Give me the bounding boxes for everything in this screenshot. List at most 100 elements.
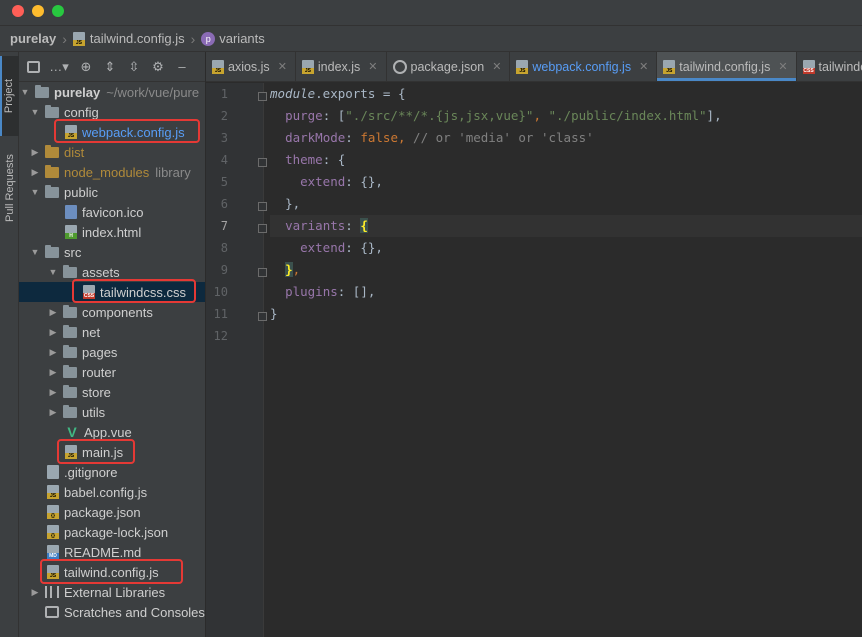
line-number: 10 (213, 285, 228, 299)
chevron-right-icon[interactable]: ▶ (47, 307, 59, 318)
tool-window-pull-requests[interactable]: Pull Requests (0, 138, 19, 238)
chevron-right-icon[interactable]: ▶ (29, 587, 41, 598)
chevron-right-icon[interactable]: ▶ (29, 167, 41, 178)
tab-tailwind-config[interactable]: JS tailwind.config.js ✕ (657, 52, 797, 81)
fold-marker-icon[interactable] (258, 312, 267, 321)
tree-item-root[interactable]: ▼ purelay ~/work/vue/pure (19, 82, 205, 102)
close-window-button[interactable] (12, 5, 24, 17)
zoom-window-button[interactable] (52, 5, 64, 17)
tree-item-assets[interactable]: ▼ assets (19, 262, 205, 282)
tree-item-favicon[interactable]: favicon.ico (19, 202, 205, 222)
property-icon: p (201, 31, 216, 46)
close-icon[interactable]: ✕ (368, 60, 377, 73)
tree-item-index-html[interactable]: H index.html (19, 222, 205, 242)
folder-icon (63, 344, 77, 358)
fold-marker-icon[interactable] (258, 202, 267, 211)
tree-item-utils[interactable]: ▶ utils (19, 402, 205, 422)
tree-item-router[interactable]: ▶ router (19, 362, 205, 382)
chevron-down-icon[interactable]: ▼ (29, 247, 41, 257)
tree-item-label: node_modules (64, 164, 150, 180)
minimize-window-button[interactable] (32, 5, 44, 17)
chevron-right-icon[interactable]: ▶ (47, 407, 59, 418)
chevron-down-icon[interactable]: ▼ (47, 267, 59, 277)
tree-item-store[interactable]: ▶ store (19, 382, 205, 402)
tree-item-external-libraries[interactable]: ▶ External Libraries (19, 582, 205, 602)
tree-item-babel-config[interactable]: JS babel.config.js (19, 482, 205, 502)
tree-item-pages[interactable]: ▶ pages (19, 342, 205, 362)
tree-item-app-vue[interactable]: V App.vue (19, 422, 205, 442)
chevron-down-icon[interactable]: ▼ (29, 107, 41, 117)
tool-window-project-label: Project (3, 78, 16, 114)
tree-item-public[interactable]: ▼ public (19, 182, 205, 202)
tree-item-package-lock[interactable]: {} package-lock.json (19, 522, 205, 542)
code-editor[interactable]: module.exports = { purge: ["./src/**/*.{… (270, 83, 862, 637)
tree-item-package-json[interactable]: {} package.json (19, 502, 205, 522)
tool-window-project[interactable]: Project (0, 56, 19, 136)
tree-item-tailwind-config[interactable]: JS tailwind.config.js (19, 562, 205, 582)
fold-marker-icon[interactable] (258, 158, 267, 167)
tree-item-node-modules[interactable]: ▶ node_modules library (19, 162, 205, 182)
code-line-2: purge: ["./src/**/*.{js,jsx,vue}", "./pu… (285, 108, 722, 123)
chevron-down-icon[interactable]: ▼ (29, 187, 41, 197)
breadcrumb-project[interactable]: purelay (10, 31, 56, 46)
close-icon[interactable]: ✕ (639, 60, 648, 73)
tree-item-config[interactable]: ▼ config (19, 102, 205, 122)
view-options-dropdown-icon[interactable]: …▾ (48, 59, 70, 75)
fold-marker-icon[interactable] (258, 268, 267, 277)
folder-icon (45, 144, 59, 158)
close-icon[interactable]: ✕ (278, 60, 287, 73)
tree-item-tailwindcss[interactable]: CSS tailwindcss.css (19, 282, 205, 302)
tree-item-components[interactable]: ▶ components (19, 302, 205, 322)
tree-item-scratches[interactable]: Scratches and Consoles (19, 602, 205, 622)
close-icon[interactable]: ✕ (492, 60, 501, 73)
close-icon[interactable]: ✕ (778, 60, 787, 73)
chevron-right-icon[interactable]: ▶ (47, 347, 59, 358)
js-file-icon: JS (212, 59, 224, 74)
tree-item-dist[interactable]: ▶ dist (19, 142, 205, 162)
project-view-icon[interactable] (27, 60, 40, 73)
tree-item-label: pages (82, 344, 118, 360)
tool-window-pull-requests-label: Pull Requests (3, 154, 16, 222)
code-line-6: }, (285, 196, 301, 211)
chevron-right-icon[interactable]: ▶ (47, 387, 59, 398)
tree-item-gitignore[interactable]: .gitignore (19, 462, 205, 482)
tree-item-label: .gitignore (64, 464, 118, 480)
folder-icon (63, 264, 77, 278)
chevron-down-icon[interactable]: ▼ (19, 87, 31, 97)
editor-tabs: JS axios.js ✕ JS index.js ✕ package.json… (206, 52, 862, 82)
chevron-right-icon[interactable]: ▶ (47, 367, 59, 378)
line-gutter: 1 2 3 4 5 6 7 8 9 10 11 12 (206, 83, 267, 637)
tab-axios-js[interactable]: JS axios.js ✕ (206, 52, 296, 81)
collapse-all-icon[interactable]: ⇳ (126, 59, 142, 75)
tree-item-main-js[interactable]: JS main.js (19, 442, 205, 462)
breadcrumb-file[interactable]: JS tailwind.config.js (72, 31, 185, 46)
expand-all-icon[interactable]: ⇕ (102, 59, 118, 75)
tree-item-net[interactable]: ▶ net (19, 322, 205, 342)
js-file-icon: JS (72, 31, 85, 46)
tree-item-label: config (64, 104, 99, 120)
locate-file-icon[interactable]: ⊕ (78, 59, 94, 75)
breadcrumb-symbol-label: variants (219, 31, 265, 46)
line-number: 4 (220, 153, 228, 167)
tree-item-readme[interactable]: MD README.md (19, 542, 205, 562)
tab-webpack-config[interactable]: JS webpack.config.js ✕ (510, 52, 658, 81)
tab-index-js[interactable]: JS index.js ✕ (296, 52, 387, 81)
breadcrumb-symbol[interactable]: p variants (201, 31, 265, 46)
line-number: 8 (220, 241, 228, 255)
tree-item-src[interactable]: ▼ src (19, 242, 205, 262)
fold-marker-icon[interactable] (258, 92, 267, 101)
chevron-right-icon[interactable]: ▶ (29, 147, 41, 158)
chevron-right-icon[interactable]: ▶ (47, 327, 59, 338)
tab-package-json[interactable]: package.json ✕ (387, 52, 511, 81)
folder-icon (63, 384, 77, 398)
json-file-icon: {} (47, 525, 59, 539)
folder-icon (45, 164, 59, 178)
tree-item-webpack-config[interactable]: JS webpack.config.js (19, 122, 205, 142)
hide-icon[interactable]: – (174, 59, 190, 74)
code-line-1: module.exports = { (270, 86, 406, 101)
fold-marker-icon[interactable] (258, 224, 267, 233)
gear-icon[interactable]: ⚙ (150, 59, 166, 75)
project-panel: …▾ ⊕ ⇕ ⇳ ⚙ – ▼ purelay ~/work/vue/pure ▼… (19, 52, 205, 637)
tab-tailwindcss[interactable]: CSS tailwindcss (797, 52, 862, 81)
tree-item-label: webpack.config.js (82, 124, 185, 140)
